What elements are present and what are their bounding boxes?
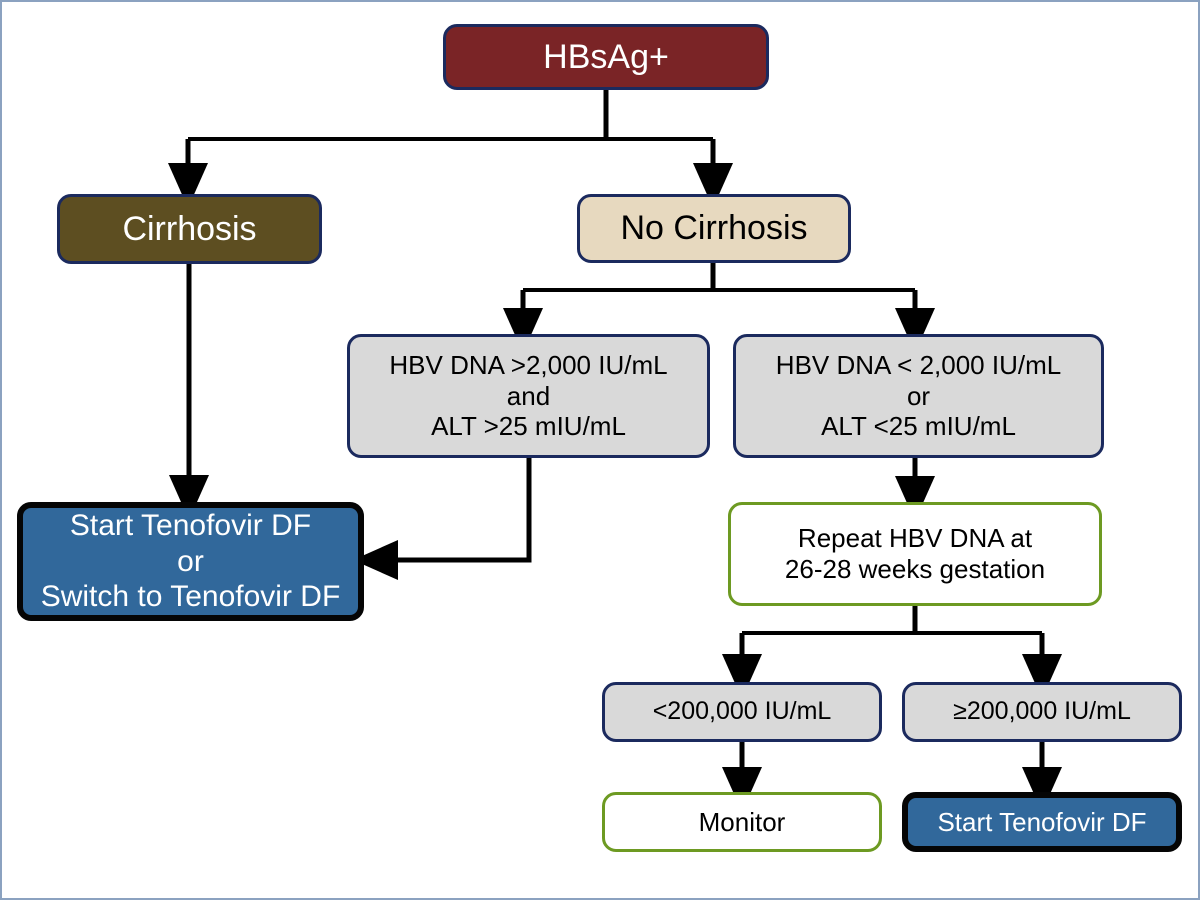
edge-hbsag-split — [168, 90, 733, 209]
edge-highviral-treatment — [352, 458, 532, 580]
node-repeat-hbv-dna[interactable]: Repeat HBV DNA at 26-28 weeks gestation — [728, 502, 1102, 606]
node-no-cirrhosis[interactable]: No Cirrhosis — [577, 194, 851, 263]
node-monitor[interactable]: Monitor — [602, 792, 882, 852]
node-below-200000-iu[interactable]: <200,000 IU/mL — [602, 682, 882, 742]
node-above-200000-iu[interactable]: ≥200,000 IU/mL — [902, 682, 1182, 742]
edge-repeat-split — [722, 606, 1062, 700]
node-hbsag-positive[interactable]: HBsAg+ — [443, 24, 769, 90]
node-high-viral-load-criteria[interactable]: HBV DNA >2,000 IU/mL and ALT >25 mIU/mL — [347, 334, 710, 458]
node-low-viral-load-criteria[interactable]: HBV DNA < 2,000 IU/mL or ALT <25 mIU/mL — [733, 334, 1104, 458]
node-start-or-switch-tenofovir[interactable]: Start Tenofovir DF or Switch to Tenofovi… — [17, 502, 364, 621]
node-cirrhosis[interactable]: Cirrhosis — [57, 194, 322, 264]
flowchart-canvas: HBsAg+ Cirrhosis No Cirrhosis HBV DNA >2… — [0, 0, 1200, 900]
edge-nocirrhosis-split — [503, 263, 935, 354]
node-start-tenofovir-df[interactable]: Start Tenofovir DF — [902, 792, 1182, 852]
